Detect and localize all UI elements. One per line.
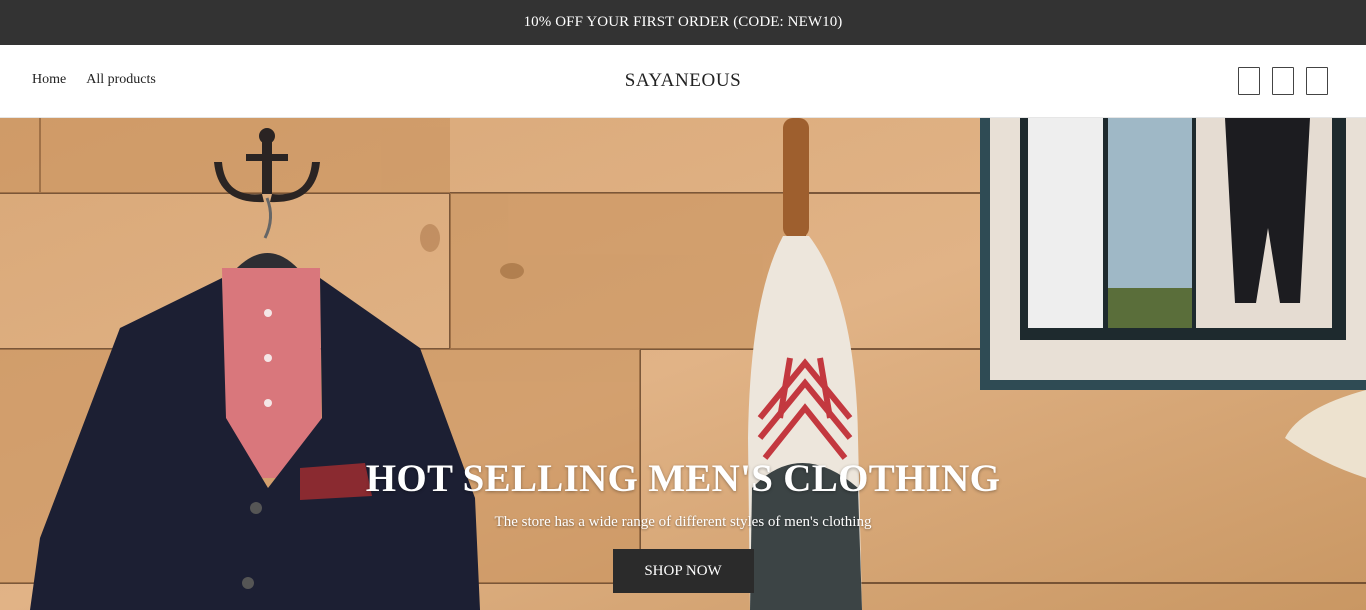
hero-content: HOT SELLING MEN'S CLOTHING The store has… [0, 457, 1366, 593]
announcement-text: 10% OFF YOUR FIRST ORDER (CODE: NEW10) [523, 14, 843, 30]
account-icon[interactable] [1272, 67, 1294, 95]
hero-subtitle: The store has a wide range of different … [494, 513, 872, 530]
site-logo[interactable]: SAYANEOUS [0, 70, 1366, 92]
search-icon[interactable] [1238, 67, 1260, 95]
cart-icon[interactable] [1306, 67, 1328, 95]
shop-now-button[interactable]: SHOP NOW [612, 548, 754, 593]
announcement-bar: 10% OFF YOUR FIRST ORDER (CODE: NEW10) [0, 0, 1366, 45]
hero-banner: HOT SELLING MEN'S CLOTHING The store has… [0, 118, 1366, 610]
hero-title: HOT SELLING MEN'S CLOTHING [365, 457, 1001, 500]
site-header: Home All products SAYANEOUS [0, 45, 1366, 118]
header-icons [1238, 67, 1328, 95]
